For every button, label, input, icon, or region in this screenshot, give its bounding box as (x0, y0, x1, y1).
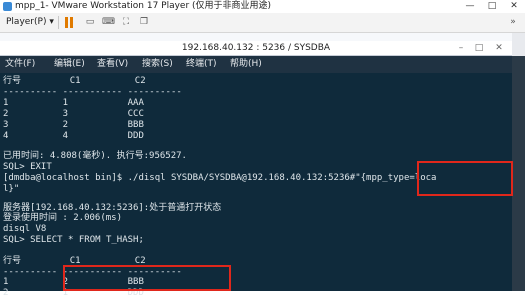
terminal-scrollbar[interactable] (512, 56, 525, 291)
terminal-line: [dmdba@localhost bin]$ ./disql SYSDBA/SY… (3, 173, 437, 183)
pause-icon[interactable] (64, 17, 74, 28)
vm-devices-icon[interactable]: ▭ (84, 17, 96, 28)
terminal-line: 2 3 CCC (3, 109, 144, 119)
terminal-title: 192.168.40.132 : 5236 / SYSDBA (181, 43, 331, 53)
terminal-line: 1 1 AAA (3, 98, 144, 108)
menu-search[interactable]: 搜索(S) (142, 56, 173, 73)
terminal-close-icon[interactable]: ✕ (494, 43, 504, 53)
menu-help[interactable]: 帮助(H) (230, 56, 262, 73)
menu-view[interactable]: 查看(V) (97, 56, 128, 73)
highlight-result-box (63, 265, 231, 291)
double-chevron-right-icon[interactable]: » (507, 17, 519, 28)
terminal-minimize-icon[interactable]: – (456, 43, 466, 53)
terminal-line: 行号 C1 C2 (3, 76, 146, 86)
menu-terminal[interactable]: 终端(T) (186, 56, 217, 73)
terminal-line: 已用时间: 4.808(毫秒). 执行号:956527. (3, 151, 187, 161)
unity-icon[interactable]: ❐ (138, 17, 150, 28)
menu-edit[interactable]: 编辑(E) (54, 56, 85, 73)
menu-file[interactable]: 文件(F) (5, 56, 35, 73)
window-title: mpp_1- VMware Workstation 17 Player (仅用于… (15, 1, 272, 11)
toolbar-separator (58, 16, 59, 29)
terminal-line: ---------- ----------- ---------- (3, 87, 182, 97)
vmware-logo-icon (3, 2, 12, 11)
terminal-line: disql V8 (3, 224, 47, 234)
minimize-button[interactable]: — (459, 0, 481, 13)
maximize-button[interactable]: □ (481, 0, 503, 13)
terminal-line: SQL> SELECT * FROM T_HASH; (3, 235, 144, 245)
highlight-mpp-type-box (417, 161, 513, 196)
terminal-maximize-icon[interactable]: □ (474, 43, 484, 53)
terminal-menu-bar: 文件(F) 编辑(E) 查看(V) 搜索(S) 终端(T) 帮助(H) (0, 56, 512, 73)
fullscreen-icon[interactable]: ⛶ (120, 17, 132, 28)
vmware-toolbar: Player(P) ▾ ▭ ⌨ ⛶ ❐ » (0, 13, 525, 33)
terminal-line: 登录使用时间 : 2.006(ms) (3, 213, 123, 223)
terminal-line: 3 2 BBB (3, 120, 144, 130)
player-menu-button[interactable]: Player(P) ▾ (6, 16, 54, 29)
terminal-line: 4 4 DDD (3, 131, 144, 141)
vmware-title-bar: mpp_1- VMware Workstation 17 Player (仅用于… (0, 0, 525, 13)
send-ctrl-alt-del-icon[interactable]: ⌨ (102, 17, 115, 28)
terminal-line: l}" (3, 184, 20, 194)
terminal-line: SQL> EXIT (3, 162, 52, 172)
terminal-title-bar: 192.168.40.132 : 5236 / SYSDBA – □ ✕ (0, 41, 512, 56)
close-button[interactable]: ✕ (503, 0, 525, 13)
